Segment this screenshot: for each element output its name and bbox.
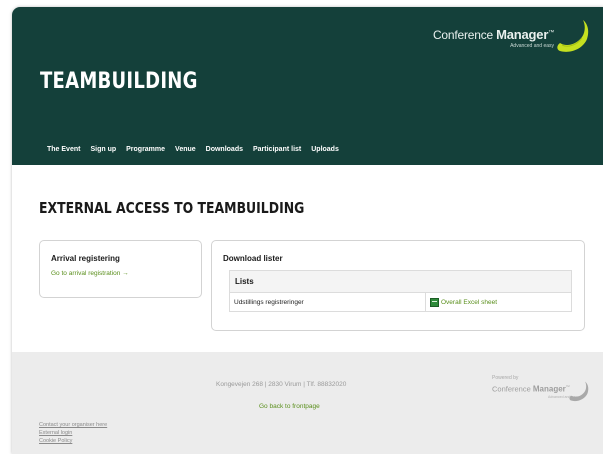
nav-the-event[interactable]: The Event [47, 146, 80, 153]
footer-address: Kongevejen 268 | 2830 Virum | Tlf. 88832… [216, 381, 347, 388]
table-header: Lists [229, 270, 572, 293]
event-title: TEAMBUILDING [40, 69, 198, 94]
cookie-policy-link[interactable]: Cookie Policy [39, 438, 107, 444]
powered-by-label: Powered by [492, 375, 519, 381]
nav-sign-up[interactable]: Sign up [90, 146, 116, 153]
page-title: EXTERNAL ACCESS TO TEAMBUILDING [39, 199, 305, 217]
contact-organiser-link[interactable]: Contact your organiser here [39, 422, 107, 428]
nav-participant-list[interactable]: Participant list [253, 146, 301, 153]
table-header-lists: Lists [235, 277, 254, 286]
download-title: Download lister [223, 254, 283, 263]
external-login-link[interactable]: External login [39, 430, 107, 436]
swoosh-icon [557, 20, 589, 52]
excel-icon[interactable] [430, 297, 439, 307]
nav-uploads[interactable]: Uploads [311, 146, 339, 153]
main-nav: The Event Sign up Programme Venue Downlo… [47, 146, 349, 153]
table-row: Udstillings registreringer Overall Excel… [229, 292, 572, 312]
list-download-cell: Overall Excel sheet [425, 292, 572, 312]
nav-venue[interactable]: Venue [175, 146, 196, 153]
conference-manager-logo[interactable]: Conference Manager™ Advanced and easy [433, 19, 590, 59]
nav-programme[interactable]: Programme [126, 146, 165, 153]
browser-frame: Conference Manager™ Advanced and easy TE… [12, 7, 603, 454]
logo-text: Conference Manager™ [432, 27, 554, 42]
nav-downloads[interactable]: Downloads [206, 146, 243, 153]
download-lists-card: Download lister Lists Udstillings regist… [211, 240, 585, 331]
footer-swoosh-icon [569, 381, 589, 402]
overall-excel-sheet-link[interactable]: Overall Excel sheet [441, 299, 497, 306]
footer-logo[interactable]: Conference Manager™ [492, 384, 570, 394]
arrival-registering-card: Arrival registering Go to arrival regist… [39, 240, 202, 298]
site-footer: Kongevejen 268 | 2830 Virum | Tlf. 88832… [12, 352, 603, 454]
arrival-title: Arrival registering [51, 254, 120, 263]
site-header: Conference Manager™ Advanced and easy TE… [12, 7, 603, 165]
lists-table: Lists Udstillings registreringer Overall… [229, 270, 572, 312]
logo-tagline: Advanced and easy [510, 43, 554, 49]
back-to-frontpage-link[interactable]: Go back to frontpage [259, 403, 320, 410]
footer-links: Contact your organiser here External log… [39, 422, 107, 444]
arrival-registration-link[interactable]: Go to arrival registration → [51, 270, 129, 277]
list-name: Udstillings registreringer [229, 292, 426, 312]
